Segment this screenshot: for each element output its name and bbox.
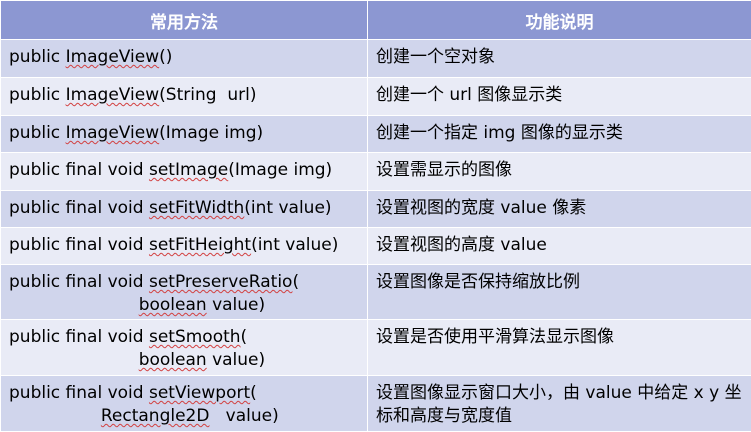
table-row: public final void setPreserveRatio( bool…: [0, 264, 751, 320]
method-description: 设置图像是否保持缩放比例: [367, 264, 751, 320]
table-row: public ImageView() 创建一个空对象: [0, 39, 751, 78]
method-description: 设置视图的宽度 value 像素: [367, 190, 751, 228]
method-description: 设置视图的高度 value: [367, 227, 751, 265]
method-signature: public final void setFitWidth(int value): [0, 190, 368, 228]
table-header-row: 常用方法 功能说明: [0, 0, 751, 40]
api-methods-table: 常用方法 功能说明 public ImageView() 创建一个空对象 pub…: [0, 0, 751, 432]
table-row: public ImageView(Image img) 创建一个指定 img 图…: [0, 115, 751, 153]
method-signature: public ImageView(String url): [0, 77, 368, 116]
method-signature: public final void setSmooth( boolean val…: [0, 319, 368, 376]
method-signature: public final void setViewport( Rectangle…: [0, 375, 368, 432]
method-description: 设置需显示的图像: [367, 152, 751, 191]
table-row: public final void setFitWidth(int value)…: [0, 190, 751, 228]
method-description: 设置是否使用平滑算法显示图像: [367, 319, 751, 376]
method-signature: public ImageView(): [0, 39, 368, 78]
table-row: public final void setFitHeight(int value…: [0, 227, 751, 265]
method-signature: public final void setPreserveRatio( bool…: [0, 264, 368, 320]
method-signature: public final void setFitHeight(int value…: [0, 227, 368, 265]
table-row: public ImageView(String url) 创建一个 url 图像…: [0, 77, 751, 116]
table-row: public final void setViewport( Rectangle…: [0, 375, 751, 432]
method-description: 创建一个空对象: [367, 39, 751, 78]
table-row: public final void setSmooth( boolean val…: [0, 319, 751, 376]
method-signature: public ImageView(Image img): [0, 115, 368, 153]
header-method: 常用方法: [0, 0, 368, 40]
header-description: 功能说明: [367, 0, 751, 40]
table-row: public final void setImage(Image img) 设置…: [0, 152, 751, 191]
method-description: 设置图像显示窗口大小，由 value 中给定 x y 坐标和高度与宽度值: [367, 375, 751, 432]
method-signature: public final void setImage(Image img): [0, 152, 368, 191]
method-description: 创建一个指定 img 图像的显示类: [367, 115, 751, 153]
method-description: 创建一个 url 图像显示类: [367, 77, 751, 116]
